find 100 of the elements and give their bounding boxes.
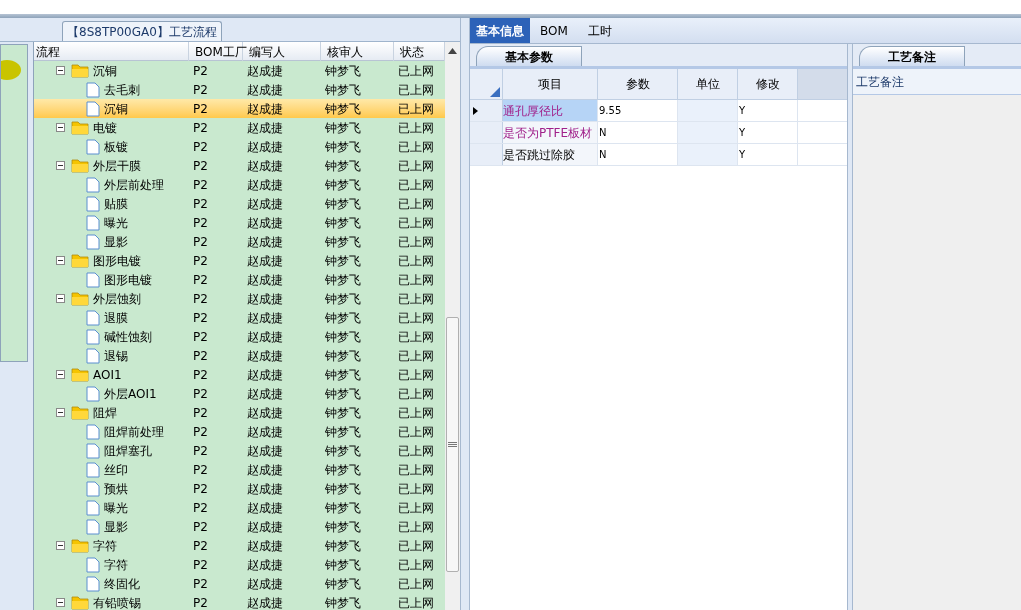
tree-row[interactable]: 阻焊 P2 赵成捷 钟梦飞 已上网 bbox=[34, 403, 445, 422]
tree-row[interactable]: 曝光 P2 赵成捷 钟梦飞 已上网 bbox=[34, 498, 445, 517]
tree-row[interactable]: 外层前处理 P2 赵成捷 钟梦飞 已上网 bbox=[34, 175, 445, 194]
collapse-icon[interactable] bbox=[56, 123, 65, 132]
tree-row[interactable]: 曝光 P2 赵成捷 钟梦飞 已上网 bbox=[34, 213, 445, 232]
folder-icon bbox=[71, 595, 89, 610]
collapse-icon[interactable] bbox=[56, 408, 65, 417]
table-cell-text: 钟梦飞 bbox=[324, 556, 362, 574]
document-icon bbox=[86, 271, 100, 288]
folder-icon bbox=[71, 253, 89, 268]
table-cell-text: P2 bbox=[192, 176, 209, 194]
table-cell-text: 钟梦飞 bbox=[324, 366, 362, 384]
table-cell-text: 已上网 bbox=[397, 309, 435, 327]
table-cell-text: 钟梦飞 bbox=[324, 404, 362, 422]
table-cell-text: 钟梦飞 bbox=[324, 233, 362, 251]
tab[interactable]: 基本参数 bbox=[476, 46, 582, 66]
tree-row[interactable]: 显影 P2 赵成捷 钟梦飞 已上网 bbox=[34, 517, 445, 536]
table-cell-text: 赵成捷 bbox=[246, 537, 284, 555]
table-cell-text: 赵成捷 bbox=[246, 157, 284, 175]
table-cell-text: P2 bbox=[192, 62, 209, 80]
tree-row[interactable]: 显影 P2 赵成捷 钟梦飞 已上网 bbox=[34, 232, 445, 251]
collapse-icon[interactable] bbox=[56, 370, 65, 379]
tree-row[interactable]: 图形电镀 P2 赵成捷 钟梦飞 已上网 bbox=[34, 270, 445, 289]
column-header[interactable]: 单位 bbox=[678, 69, 738, 99]
column-header[interactable]: 参数 bbox=[598, 69, 678, 99]
folder-icon bbox=[71, 158, 89, 173]
tree-row[interactable]: 沉铜 P2 赵成捷 钟梦飞 已上网 bbox=[34, 99, 445, 118]
document-icon bbox=[86, 195, 100, 212]
table-cell-text: 已上网 bbox=[397, 271, 435, 289]
table-cell: 是否为PTFE板材 bbox=[503, 122, 598, 143]
table-cell-text: 已上网 bbox=[397, 366, 435, 384]
tab[interactable]: 基本信息 bbox=[470, 18, 530, 43]
tab[interactable]: 工时 bbox=[581, 18, 618, 43]
table-cell-text: 钟梦飞 bbox=[324, 575, 362, 593]
tree-row[interactable]: 电镀 P2 赵成捷 钟梦飞 已上网 bbox=[34, 118, 445, 137]
table-cell-text: P2 bbox=[192, 480, 209, 498]
tree-row[interactable]: 退膜 P2 赵成捷 钟梦飞 已上网 bbox=[34, 308, 445, 327]
scrollbar-thumb[interactable] bbox=[446, 317, 459, 572]
tree-row[interactable]: 预烘 P2 赵成捷 钟梦飞 已上网 bbox=[34, 479, 445, 498]
tree-row[interactable]: 终固化 P2 赵成捷 钟梦飞 已上网 bbox=[34, 574, 445, 593]
collapse-icon[interactable] bbox=[56, 66, 65, 75]
tree-row[interactable]: 退锡 P2 赵成捷 钟梦飞 已上网 bbox=[34, 346, 445, 365]
tree-row[interactable]: 外层蚀刻 P2 赵成捷 钟梦飞 已上网 bbox=[34, 289, 445, 308]
table-cell-text: 钟梦飞 bbox=[324, 499, 362, 517]
tree-row[interactable]: 阻焊前处理 P2 赵成捷 钟梦飞 已上网 bbox=[34, 422, 445, 441]
tree-row[interactable]: 碱性蚀刻 P2 赵成捷 钟梦飞 已上网 bbox=[34, 327, 445, 346]
folder-icon bbox=[71, 538, 89, 553]
table-cell-text: P2 bbox=[192, 290, 209, 308]
row-header[interactable] bbox=[470, 100, 503, 121]
step-name: 终固化 bbox=[104, 575, 140, 593]
table-cell-text: 钟梦飞 bbox=[324, 309, 362, 327]
table-cell-text: 已上网 bbox=[397, 385, 435, 403]
table-cell-text: 已上网 bbox=[397, 442, 435, 460]
tree-row[interactable]: 贴膜 P2 赵成捷 钟梦飞 已上网 bbox=[34, 194, 445, 213]
tree-row[interactable]: 沉铜 P2 赵成捷 钟梦飞 已上网 bbox=[34, 61, 445, 80]
table-cell-text: 赵成捷 bbox=[246, 214, 284, 232]
tab[interactable]: BOM bbox=[534, 18, 574, 43]
table-cell-text: 赵成捷 bbox=[246, 442, 284, 460]
table-cell-text: 钟梦飞 bbox=[324, 480, 362, 498]
table-cell-text: 钟梦飞 bbox=[324, 252, 362, 270]
table-cell-text: 已上网 bbox=[397, 290, 435, 308]
tree-row[interactable]: 图形电镀 P2 赵成捷 钟梦飞 已上网 bbox=[34, 251, 445, 270]
tree-row[interactable]: 板镀 P2 赵成捷 钟梦飞 已上网 bbox=[34, 137, 445, 156]
tab[interactable]: 工艺备注 bbox=[859, 46, 965, 66]
step-name: 字符 bbox=[104, 556, 128, 574]
table-cell-text: 钟梦飞 bbox=[324, 461, 362, 479]
document-icon bbox=[86, 347, 100, 364]
folder-icon bbox=[71, 405, 89, 420]
table-cell-text: P2 bbox=[192, 233, 209, 251]
tree-row[interactable]: 有铅喷锡 P2 赵成捷 钟梦飞 已上网 bbox=[34, 593, 445, 610]
collapse-icon[interactable] bbox=[56, 256, 65, 265]
tree-row[interactable]: AOI1 P2 赵成捷 钟梦飞 已上网 bbox=[34, 365, 445, 384]
column-header[interactable]: 项目 bbox=[503, 69, 598, 99]
table-cell-text: P2 bbox=[192, 347, 209, 365]
table-cell-text: P2 bbox=[192, 81, 209, 99]
tree-row[interactable]: 字符 P2 赵成捷 钟梦飞 已上网 bbox=[34, 555, 445, 574]
collapse-icon[interactable] bbox=[56, 294, 65, 303]
document-icon bbox=[86, 499, 100, 516]
tree-row[interactable]: 字符 P2 赵成捷 钟梦飞 已上网 bbox=[34, 536, 445, 555]
folder-icon bbox=[71, 367, 89, 382]
folder-icon bbox=[71, 120, 89, 135]
collapse-icon[interactable] bbox=[56, 541, 65, 550]
folder-icon bbox=[71, 291, 89, 306]
tree-row[interactable]: 去毛刺 P2 赵成捷 钟梦飞 已上网 bbox=[34, 80, 445, 99]
table-cell: Y bbox=[738, 144, 798, 165]
tree-row[interactable]: 外层干膜 P2 赵成捷 钟梦飞 已上网 bbox=[34, 156, 445, 175]
tree-row[interactable]: 丝印 P2 赵成捷 钟梦飞 已上网 bbox=[34, 460, 445, 479]
scroll-up-icon[interactable] bbox=[448, 48, 457, 54]
table-cell-text: 钟梦飞 bbox=[324, 138, 362, 156]
table-cell-text: 已上网 bbox=[397, 214, 435, 232]
tree-row[interactable]: 外层AOI1 P2 赵成捷 钟梦飞 已上网 bbox=[34, 384, 445, 403]
table-cell-text: 钟梦飞 bbox=[324, 328, 362, 346]
table-cell-text: P2 bbox=[192, 442, 209, 460]
table-cell-text: P2 bbox=[192, 423, 209, 441]
collapse-icon[interactable] bbox=[56, 598, 65, 607]
step-name: 图形电镀 bbox=[104, 271, 152, 289]
table-cell: Y bbox=[738, 122, 798, 143]
tree-row[interactable]: 阻焊塞孔 P2 赵成捷 钟梦飞 已上网 bbox=[34, 441, 445, 460]
scrollbar[interactable] bbox=[445, 42, 460, 610]
collapse-icon[interactable] bbox=[56, 161, 65, 170]
